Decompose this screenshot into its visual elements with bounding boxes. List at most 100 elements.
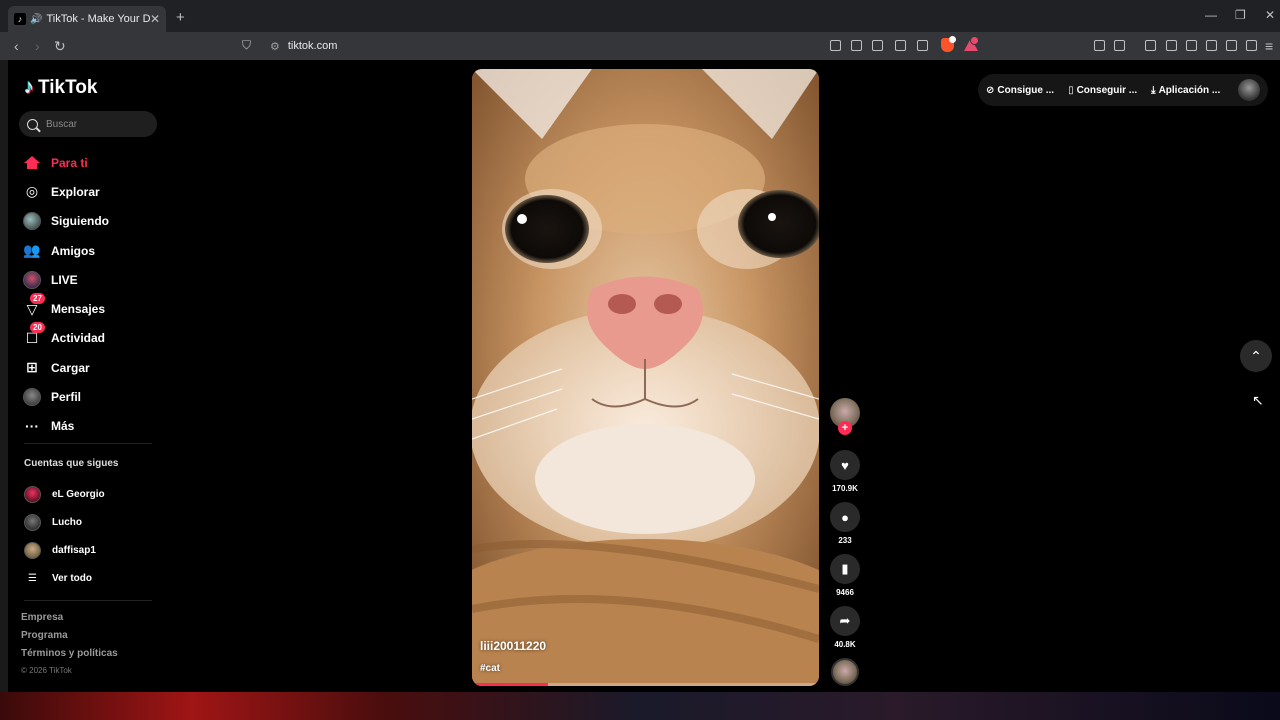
speaker-icon[interactable]: 🔊: [30, 14, 42, 25]
sidebar-icon[interactable]: [1186, 40, 1197, 51]
sidebar-item-mensajes[interactable]: ▽ 27 Mensajes: [22, 293, 162, 323]
avatar: [24, 541, 41, 559]
sidebar-nav: Para ti ◎ Explorar Siguiendo 👥 Amigos LI…: [22, 148, 162, 441]
heart-icon: ♥: [841, 457, 849, 473]
following-list: eL Georgio Lucho daffisap1 ☰ Ver todo: [24, 480, 164, 592]
site-settings-icon[interactable]: ⚙: [270, 40, 280, 53]
sidebar-item-para-ti[interactable]: Para ti: [22, 148, 162, 177]
new-tab-icon[interactable]: +: [176, 9, 185, 26]
comment-icon: ●: [841, 509, 849, 525]
tab-title: TikTok - Make Your Day: [46, 13, 150, 25]
sidebar-item-mas[interactable]: ··· Más: [22, 412, 162, 441]
comment-button[interactable]: ●: [830, 502, 860, 532]
save-button[interactable]: ▮: [830, 554, 860, 584]
minimize-icon[interactable]: —: [1205, 8, 1217, 22]
sidebar-item-label: Mensajes: [51, 302, 106, 317]
browser-tabbar: ♪ 🔊 TikTok - Make Your Day ✕ + — ❐ ✕: [0, 0, 1280, 32]
get-app-button[interactable]: ▯ Conseguir ...: [1068, 85, 1137, 96]
avatar: [24, 485, 41, 503]
leo-icon[interactable]: [1226, 40, 1237, 51]
mute-icon[interactable]: [851, 40, 862, 51]
cat-video-frame: [472, 69, 819, 686]
reload-icon[interactable]: ↻: [54, 38, 66, 55]
tiktok-page: ♪ TikTok Buscar Para ti ◎ Explorar Sigui…: [8, 60, 1280, 692]
list-icon: ☰: [28, 572, 37, 584]
back-icon[interactable]: ‹: [14, 38, 19, 54]
sidebar-footer: Empresa Programa Términos y políticas © …: [21, 612, 118, 684]
following-item[interactable]: Lucho: [24, 508, 164, 536]
restore-icon[interactable]: ❐: [1235, 8, 1246, 22]
extension-icon[interactable]: [830, 40, 841, 51]
friends-icon: 👥: [23, 242, 41, 259]
sidebar-item-label: Explorar: [51, 184, 100, 199]
rewards-badge: [970, 36, 979, 45]
avatar: [24, 513, 41, 531]
video-username[interactable]: liii20011220: [480, 639, 546, 653]
extensions-icon[interactable]: [1094, 40, 1105, 51]
following-avatar: [22, 211, 42, 231]
close-tab-icon[interactable]: ✕: [150, 12, 160, 26]
see-all-label: Ver todo: [52, 572, 93, 584]
share-button[interactable]: ➦: [830, 606, 860, 636]
tiktok-note-icon: ♪: [24, 76, 34, 98]
logo-text: TikTok: [38, 76, 98, 98]
browser-tab[interactable]: ♪ 🔊 TikTok - Make Your Day ✕: [8, 6, 166, 32]
profile-avatar: [22, 387, 42, 407]
download-app-button[interactable]: ⤓ Aplicación ...: [1151, 85, 1220, 96]
sidebar-item-label: Amigos: [51, 243, 96, 258]
sidebar-item-label: Actividad: [51, 331, 106, 346]
following-item[interactable]: eL Georgio: [24, 480, 164, 508]
copyright: © 2026 TikTok: [21, 666, 72, 675]
footer-link[interactable]: Empresa: [21, 612, 118, 630]
sidebar-item-perfil[interactable]: Perfil: [22, 382, 162, 411]
creator-avatar[interactable]: +: [830, 398, 860, 435]
footer-link[interactable]: Términos y políticas: [21, 648, 118, 666]
bookmark-icon[interactable]: ⛉: [242, 38, 251, 53]
tiktok-logo[interactable]: ♪ TikTok: [24, 76, 97, 99]
screenshot-icon[interactable]: [1114, 40, 1125, 51]
music-icon[interactable]: [1166, 40, 1177, 51]
comment-count: 233: [838, 536, 852, 545]
translate-icon[interactable]: [872, 40, 883, 51]
sidebar-item-live[interactable]: LIVE: [22, 265, 162, 294]
sidebar-item-explorar[interactable]: ◎ Explorar: [22, 177, 162, 206]
following-title: Cuentas que sigues: [24, 458, 119, 469]
url-text: tiktok.com: [287, 40, 338, 52]
download-icon[interactable]: [1145, 40, 1156, 51]
see-all-button[interactable]: ☰ Ver todo: [24, 564, 164, 592]
sidebar-item-label: Perfil: [51, 390, 82, 405]
video-hashtag[interactable]: #cat: [480, 663, 500, 674]
like-button[interactable]: ♥: [830, 450, 860, 480]
follow-plus-icon[interactable]: +: [838, 421, 852, 435]
following-item[interactable]: daffisap1: [24, 536, 164, 564]
like-count: 170.9K: [832, 484, 858, 493]
menu-icon[interactable]: ≡: [1265, 38, 1273, 54]
video-progress-bar[interactable]: [472, 683, 819, 686]
footer-link[interactable]: Programa: [21, 630, 118, 648]
cast-icon[interactable]: [895, 40, 906, 51]
forward-icon[interactable]: ›: [35, 38, 40, 54]
more-icon: ···: [25, 418, 39, 435]
compass-icon: ◎: [25, 183, 39, 200]
send-icon: ▽ 27: [22, 293, 45, 319]
video-player[interactable]: liii20011220 #cat: [472, 69, 819, 686]
share-count: 40.8K: [834, 640, 856, 649]
sidebar-item-amigos[interactable]: 👥 Amigos: [22, 236, 162, 265]
get-coins-button[interactable]: ⊘ Consigue ...: [986, 85, 1054, 96]
user-avatar[interactable]: [1238, 79, 1260, 101]
search-input[interactable]: Buscar: [19, 111, 157, 137]
sidebar-item-siguiendo[interactable]: Siguiendo: [22, 207, 162, 236]
sidebar-item-cargar[interactable]: ⊞ Cargar: [22, 353, 162, 382]
close-window-icon[interactable]: ✕: [1265, 8, 1275, 22]
phone-icon: ▯: [1068, 84, 1074, 96]
sidebar-item-label: Más: [51, 419, 75, 434]
messages-badge: 27: [30, 293, 45, 305]
music-disc[interactable]: [831, 658, 859, 686]
get-coins-label: Consigue ...: [997, 84, 1055, 96]
vpn-icon[interactable]: [1246, 40, 1257, 51]
tiktok-favicon: ♪: [14, 13, 26, 25]
previous-video-button[interactable]: ⌃: [1240, 340, 1272, 372]
share-icon[interactable]: [917, 40, 928, 51]
wallet-icon[interactable]: [1206, 40, 1217, 51]
sidebar-item-actividad[interactable]: ☐ 20 Actividad: [22, 322, 162, 353]
